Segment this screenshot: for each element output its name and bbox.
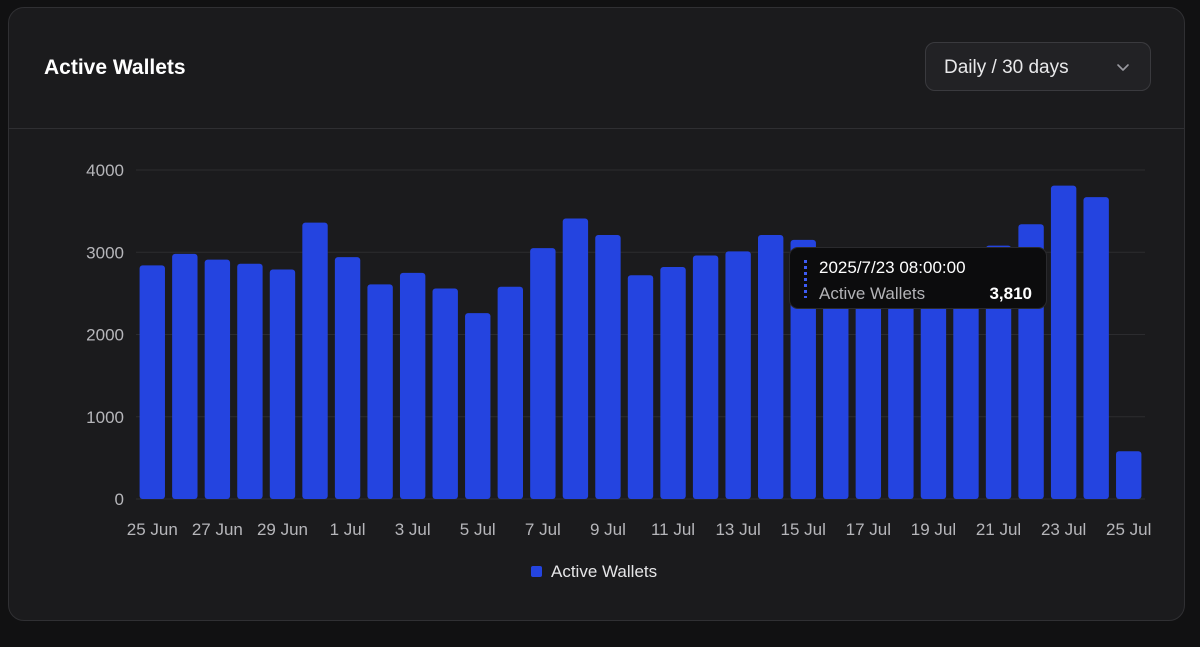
x-tick-label: 3 Jul [395, 520, 431, 539]
y-tick-label: 1000 [86, 408, 124, 427]
x-tick-label: 25 Jun [127, 520, 178, 539]
bar [757, 234, 784, 500]
bar [1116, 451, 1142, 499]
bar [237, 263, 263, 499]
tooltip-series-name: Active Wallets [819, 284, 926, 303]
bar [692, 255, 719, 499]
bar [302, 222, 328, 499]
bar [399, 272, 426, 499]
bar [172, 253, 198, 499]
bar [627, 275, 654, 499]
tooltip-series-marker [804, 260, 807, 298]
bar [1050, 185, 1077, 499]
y-tick-label: 4000 [86, 161, 124, 180]
bar [139, 265, 165, 499]
bar [660, 267, 686, 499]
x-tick-label: 21 Jul [976, 520, 1021, 539]
bar [530, 248, 556, 499]
x-tick-label: 19 Jul [911, 520, 956, 539]
legend-swatch [531, 566, 542, 577]
x-tick-label: 29 Jun [257, 520, 308, 539]
x-tick-label: 27 Jun [192, 520, 243, 539]
bar [465, 313, 491, 499]
tooltip-value: 3,810 [989, 284, 1032, 303]
bar [562, 218, 589, 499]
y-tick-label: 0 [115, 490, 124, 509]
x-tick-label: 15 Jul [781, 520, 826, 539]
bar [595, 234, 621, 500]
y-tick-label: 3000 [86, 243, 124, 262]
legend-label: Active Wallets [551, 562, 658, 581]
bar [855, 277, 882, 499]
x-tick-label: 13 Jul [715, 520, 760, 539]
active-wallets-card: Active Wallets Daily / 30 days 0 1000 2000… [8, 7, 1185, 621]
x-tick-label: 1 Jul [330, 520, 366, 539]
x-tick-label: 25 Jul [1106, 520, 1151, 539]
bar [725, 251, 751, 499]
chart-tooltip: 2025/7/23 08:00:00 Active Wallets 3,810 [789, 247, 1047, 309]
bar [823, 276, 849, 499]
y-tick-label: 2000 [86, 326, 124, 345]
x-tick-label: 7 Jul [525, 520, 561, 539]
bar [367, 284, 393, 499]
x-tick-label: 23 Jul [1041, 520, 1086, 539]
bar [334, 257, 361, 499]
bar [432, 288, 458, 499]
x-tick-label: 9 Jul [590, 520, 626, 539]
bar [204, 259, 231, 499]
bar-chart: 0 1000 2000 3000 4000 25 Jun 27 Jun 29 Jun 1 Jul… [86, 161, 1151, 539]
bar [269, 269, 296, 499]
x-tick-label: 5 Jul [460, 520, 496, 539]
tooltip-date: 2025/7/23 08:00:00 [819, 258, 966, 277]
x-tick-label: 11 Jul [651, 520, 695, 539]
bar [497, 286, 524, 499]
x-tick-label: 17 Jul [846, 520, 891, 539]
bar [1083, 197, 1109, 499]
